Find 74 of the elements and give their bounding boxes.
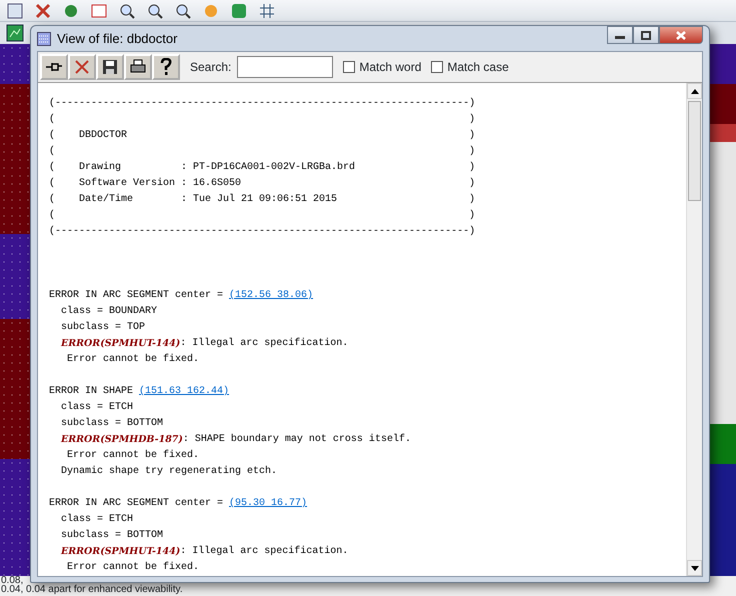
zoom-icon[interactable] xyxy=(174,2,192,20)
close-icon xyxy=(676,30,686,40)
header-line: Drawing : PT-DP16CA001-002V-LRGBa.brd xyxy=(79,160,356,175)
error-heading: ERROR IN ARC SEGMENT center = xyxy=(49,289,224,303)
paren: ) xyxy=(469,208,476,223)
error-message: : SHAPE boundary may not cross itself. xyxy=(182,432,411,447)
paren: ( xyxy=(49,112,56,127)
down-arrow-icon[interactable] xyxy=(690,566,698,570)
minimize-button[interactable] xyxy=(607,26,633,44)
document-icon xyxy=(37,32,51,46)
border-line: (---------------------------------------------------------------------) xyxy=(49,224,476,239)
detail-line: subclass = BOTTOM xyxy=(61,528,164,543)
paren: ) xyxy=(469,160,476,175)
paren: ( xyxy=(49,208,56,223)
paren: ( xyxy=(49,192,56,207)
note-line: Error cannot be fixed. xyxy=(67,560,200,575)
error-code: ERROR(SPMHUT-144) xyxy=(61,337,180,351)
error-heading: ERROR IN SHAPE xyxy=(49,385,134,399)
paren: ( xyxy=(49,176,56,191)
checkbox[interactable] xyxy=(343,61,356,73)
header-line: DBDOCTOR xyxy=(79,129,128,143)
scrollbar[interactable] xyxy=(686,83,702,576)
close-icon xyxy=(73,58,91,76)
checkbox-label: Match word xyxy=(359,59,422,76)
maximize-icon xyxy=(641,30,651,40)
help-button[interactable] xyxy=(152,54,180,80)
close-button[interactable] xyxy=(659,26,703,44)
status-text: 0.04, 0.04 apart for enhanced viewability. xyxy=(1,585,183,594)
coordinate-link[interactable]: (95.30 16.77) xyxy=(229,496,308,512)
paren: ( xyxy=(49,128,56,143)
search-field[interactable] xyxy=(237,56,334,78)
paren: ) xyxy=(469,128,476,143)
window-title: View of file: dbdoctor xyxy=(57,30,178,48)
coordinate-link[interactable]: (151.63 162.44) xyxy=(139,384,230,400)
zoom-icon[interactable] xyxy=(118,2,136,20)
error-message: : Illegal arc specification. xyxy=(180,544,348,559)
error-heading: ERROR IN ARC SEGMENT center = xyxy=(49,497,224,511)
coordinate-link[interactable]: (152.56 38.06) xyxy=(229,288,314,304)
checkbox[interactable] xyxy=(431,61,444,73)
zoom-icon[interactable] xyxy=(146,2,164,20)
note-line: Error cannot be fixed. xyxy=(67,352,200,367)
note-line: Error cannot be fixed. xyxy=(67,448,200,463)
paren: ) xyxy=(469,112,476,127)
window-icon[interactable] xyxy=(6,2,24,20)
detail-line: Dynamic shape try regenerating etch. xyxy=(61,464,278,479)
print-button[interactable] xyxy=(124,54,152,80)
paren: ) xyxy=(469,176,476,191)
detail-line: subclass = TOP xyxy=(61,320,146,335)
up-arrow-icon[interactable] xyxy=(690,88,698,94)
error-message: : Illegal arc specification. xyxy=(180,336,348,351)
header-line: Date/Time : Tue Jul 21 09:06:51 2015 xyxy=(79,192,338,207)
border-line: (---------------------------------------------------------------------) xyxy=(49,96,476,111)
detail-line: subclass = BOTTOM xyxy=(61,416,164,431)
scroll-thumb[interactable] xyxy=(688,101,701,201)
status-text: 0.08, xyxy=(1,576,24,585)
maximize-button[interactable] xyxy=(633,26,659,44)
error-code: ERROR(SPMHDB-187) xyxy=(61,433,183,447)
paren: ) xyxy=(469,192,476,207)
paren: ( xyxy=(49,160,56,175)
detail-line: class = ETCH xyxy=(61,400,134,415)
checkbox-label: Match case xyxy=(447,59,509,76)
paren: ) xyxy=(469,144,476,159)
header-line: Software Version : 16.6S050 xyxy=(79,176,242,191)
detail-line: class = BOUNDARY xyxy=(61,304,158,319)
save-icon xyxy=(101,58,119,76)
paren: ( xyxy=(49,144,56,159)
pin-button[interactable] xyxy=(40,54,68,80)
save-button[interactable] xyxy=(96,54,124,80)
detail-line: class = ETCH xyxy=(61,512,134,527)
error-code: ERROR(SPMHUT-144) xyxy=(61,545,180,559)
circle-icon[interactable] xyxy=(62,2,80,20)
search-label: Search: xyxy=(190,59,232,76)
grid-icon[interactable] xyxy=(258,2,276,20)
delete-icon[interactable] xyxy=(34,2,52,20)
